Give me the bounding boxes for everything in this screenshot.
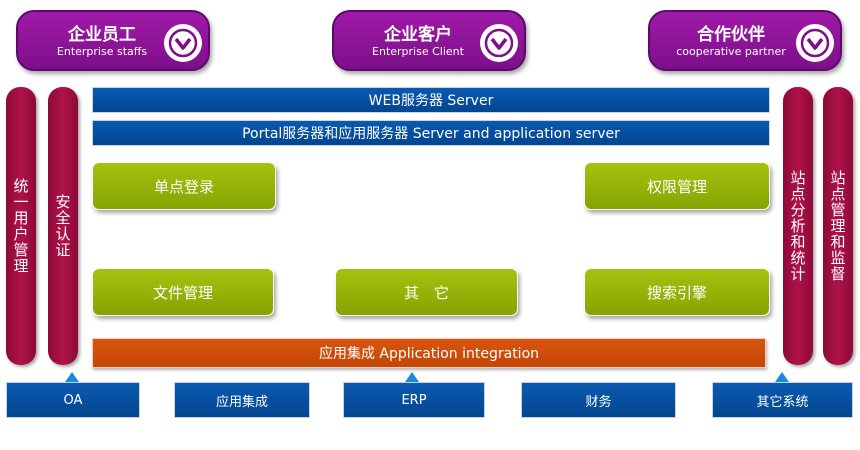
web-server-bar[interactable]: WEB服务器 Server	[92, 87, 770, 113]
system-label: 应用集成	[215, 394, 268, 410]
system-finance[interactable]: 财务	[521, 382, 676, 418]
role-title: 企业客户	[384, 25, 452, 45]
application-integration-bar[interactable]: 应用集成 Application integration	[92, 338, 766, 368]
module-label: 单点登录	[153, 177, 214, 196]
module-search-engine[interactable]: 搜索引擎	[584, 268, 770, 316]
module-label: 其 它	[403, 283, 449, 302]
system-erp[interactable]: ERP	[343, 382, 485, 418]
pillar-label: 站点分析和统计	[788, 170, 807, 282]
bar-label: 应用集成 Application integration	[318, 346, 540, 362]
pillar-label: 统一用户管理	[11, 178, 30, 274]
connector-arrow-icon	[65, 372, 79, 382]
pillar-site-management[interactable]: 站点管理和监督	[823, 87, 853, 365]
pillar-site-analytics[interactable]: 站点分析和统计	[783, 87, 813, 365]
module-label: 权限管理	[646, 177, 707, 196]
bar-label: WEB服务器 Server	[368, 93, 494, 109]
system-application-integration[interactable]: 应用集成	[174, 382, 310, 418]
module-permission-management[interactable]: 权限管理	[584, 162, 770, 210]
module-label: 搜索引擎	[646, 283, 707, 302]
module-label: 文件管理	[152, 283, 213, 302]
role-subtitle: Enterprise staffs	[56, 45, 148, 58]
chevron-down-icon[interactable]	[480, 24, 518, 62]
system-other-systems[interactable]: 其它系统	[712, 382, 853, 418]
pillar-security-authentication[interactable]: 安全认证	[48, 87, 78, 365]
system-label: 其它系统	[756, 394, 809, 410]
connector-arrow-icon	[405, 372, 419, 382]
role-subtitle: Enterprise Client	[372, 45, 464, 58]
role-tab-enterprise-staffs[interactable]: 企业员工 Enterprise staffs	[16, 10, 210, 71]
connector-arrow-icon	[775, 372, 789, 382]
module-other[interactable]: 其 它	[335, 268, 518, 316]
chevron-down-icon[interactable]	[164, 24, 202, 62]
pillar-label: 安全认证	[53, 194, 72, 258]
bar-label: Portal服务器和应用服务器 Server and application s…	[242, 126, 620, 142]
chevron-down-icon[interactable]	[796, 24, 834, 62]
role-tab-cooperative-partner[interactable]: 合作伙伴 cooperative partner	[648, 10, 842, 71]
system-label: 财务	[585, 394, 612, 410]
pillar-label: 站点管理和监督	[828, 170, 847, 282]
system-oa[interactable]: OA	[6, 382, 140, 418]
role-subtitle: cooperative partner	[676, 45, 786, 58]
system-label: OA	[63, 392, 83, 408]
module-file-management[interactable]: 文件管理	[92, 268, 274, 316]
role-tab-enterprise-client[interactable]: 企业客户 Enterprise Client	[332, 10, 526, 71]
module-single-sign-on[interactable]: 单点登录	[92, 162, 276, 210]
role-title: 企业员工	[68, 25, 136, 45]
system-label: ERP	[401, 392, 427, 408]
role-title: 合作伙伴	[697, 25, 765, 45]
portal-server-bar[interactable]: Portal服务器和应用服务器 Server and application s…	[92, 120, 770, 146]
pillar-unified-user-management[interactable]: 统一用户管理	[6, 87, 36, 365]
